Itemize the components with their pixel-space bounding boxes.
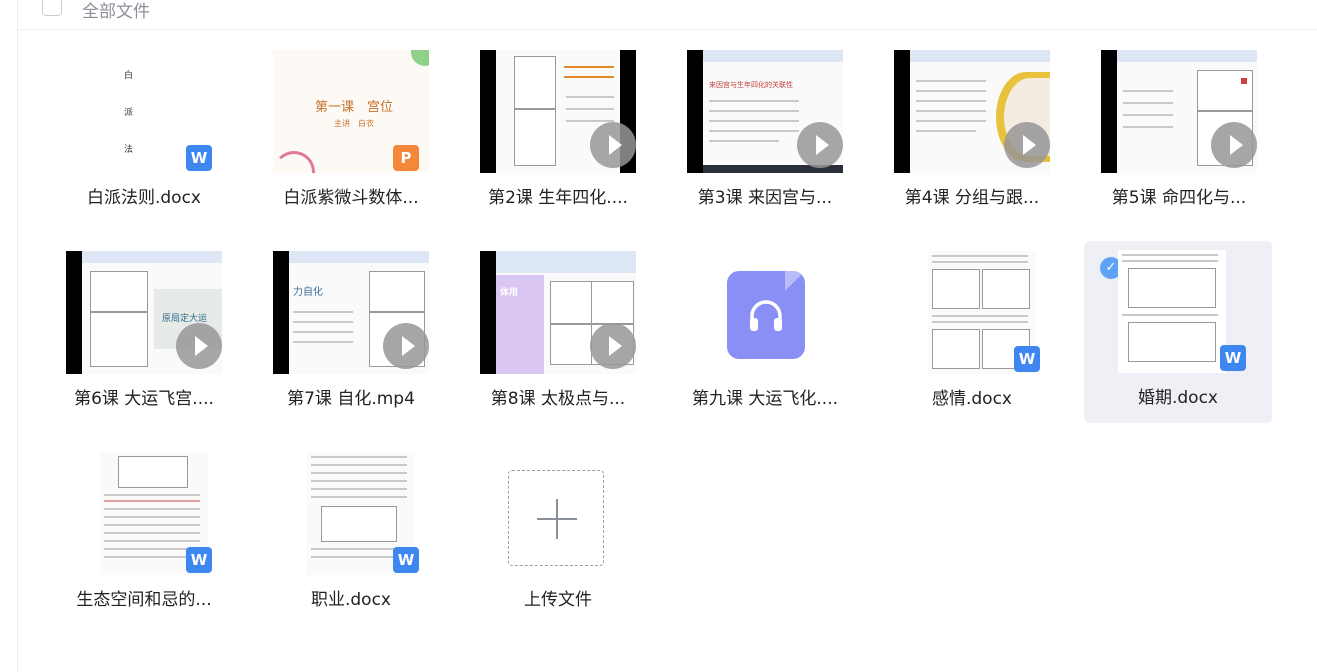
file-name: 白派紫微斗数体... bbox=[283, 188, 419, 208]
file-name: 第8课 太极点与... bbox=[490, 389, 626, 409]
word-file-icon: W bbox=[1014, 346, 1040, 372]
file-tile[interactable]: 体用 第8课 太极点与... bbox=[464, 242, 652, 424]
file-tile[interactable]: 第5课 命四化与... bbox=[1085, 41, 1273, 223]
word-file-icon: W bbox=[186, 145, 212, 171]
file-name: 第九课 大运飞化.... bbox=[691, 389, 839, 409]
file-tile[interactable]: 力自化 第7课 自化.mp4 bbox=[257, 242, 445, 424]
select-all-checkbox[interactable] bbox=[42, 0, 62, 16]
word-file-icon: W bbox=[393, 547, 419, 573]
upload-tile[interactable]: 上传文件 bbox=[464, 443, 652, 625]
file-name: 白派法则.docx bbox=[86, 188, 201, 208]
file-name: 生态空间和忌的... bbox=[76, 590, 212, 610]
file-tile[interactable]: 原局定大运 第6课 大运飞宫.... bbox=[50, 242, 238, 424]
breadcrumb-all-files[interactable]: 全部文件 bbox=[82, 0, 150, 22]
file-name: 感情.docx bbox=[931, 389, 1012, 409]
upload-button[interactable] bbox=[508, 470, 604, 566]
file-name: 职业.docx bbox=[310, 590, 391, 610]
file-tile[interactable]: 白 派 法 W 白派法则.docx bbox=[50, 41, 238, 223]
video-thumbnail bbox=[894, 50, 1050, 173]
video-thumbnail bbox=[480, 50, 636, 173]
video-thumbnail: 原局定大运 bbox=[66, 251, 222, 374]
file-thumbnail: W bbox=[894, 251, 1050, 374]
video-thumbnail: 来因宫与生年四化的关联性 bbox=[687, 50, 843, 173]
play-icon bbox=[383, 323, 429, 369]
file-thumbnail: 第一课 宫位 主讲 白衣 P bbox=[273, 50, 429, 173]
file-tile[interactable]: 第4课 分组与跟... bbox=[878, 41, 1066, 223]
play-icon bbox=[590, 323, 636, 369]
file-tile[interactable]: 第九课 大运飞化.... bbox=[671, 242, 859, 424]
file-name: 第7课 自化.mp4 bbox=[287, 389, 415, 409]
file-name: 婚期.docx bbox=[1137, 388, 1218, 408]
file-tile[interactable]: 第2课 生年四化.... bbox=[464, 41, 652, 223]
file-name: 第2课 生年四化.... bbox=[488, 188, 628, 208]
file-tile[interactable]: W 感情.docx bbox=[878, 242, 1066, 424]
video-thumbnail: 力自化 bbox=[273, 251, 429, 374]
file-name: 第4课 分组与跟... bbox=[904, 188, 1040, 208]
file-thumbnail: W bbox=[1100, 250, 1256, 373]
word-file-icon: W bbox=[1220, 345, 1246, 371]
ppt-file-icon: P bbox=[393, 145, 419, 171]
file-tile[interactable]: W 职业.docx bbox=[257, 443, 445, 625]
file-thumbnail: 白 派 法 W bbox=[66, 50, 222, 173]
file-name: 第6课 大运飞宫.... bbox=[74, 389, 214, 409]
video-thumbnail: 体用 bbox=[480, 251, 636, 374]
file-thumbnail bbox=[687, 251, 843, 374]
file-thumbnail: W bbox=[66, 452, 222, 575]
word-file-icon: W bbox=[186, 547, 212, 573]
play-icon bbox=[176, 323, 222, 369]
play-icon bbox=[1004, 122, 1050, 168]
file-tile[interactable]: 来因宫与生年四化的关联性 第3课 来因宫与... bbox=[671, 41, 859, 223]
file-name: 第5课 命四化与... bbox=[1111, 188, 1247, 208]
file-tile-selected[interactable]: ✓ W 婚期.docx bbox=[1084, 241, 1272, 423]
file-thumbnail: W bbox=[273, 452, 429, 575]
upload-thumbnail bbox=[480, 452, 636, 575]
video-thumbnail bbox=[1101, 50, 1257, 173]
play-icon bbox=[797, 122, 843, 168]
left-divider bbox=[17, 0, 18, 672]
play-icon bbox=[1211, 122, 1257, 168]
audio-file-icon bbox=[727, 271, 805, 359]
play-icon bbox=[590, 122, 636, 168]
file-tile[interactable]: 第一课 宫位 主讲 白衣 P 白派紫微斗数体... bbox=[257, 41, 445, 223]
upload-label: 上传文件 bbox=[524, 590, 592, 610]
file-list-header: 全部文件 bbox=[18, 0, 1317, 30]
file-name: 第3课 来因宫与... bbox=[697, 188, 833, 208]
file-tile[interactable]: W 生态空间和忌的... bbox=[50, 443, 238, 625]
